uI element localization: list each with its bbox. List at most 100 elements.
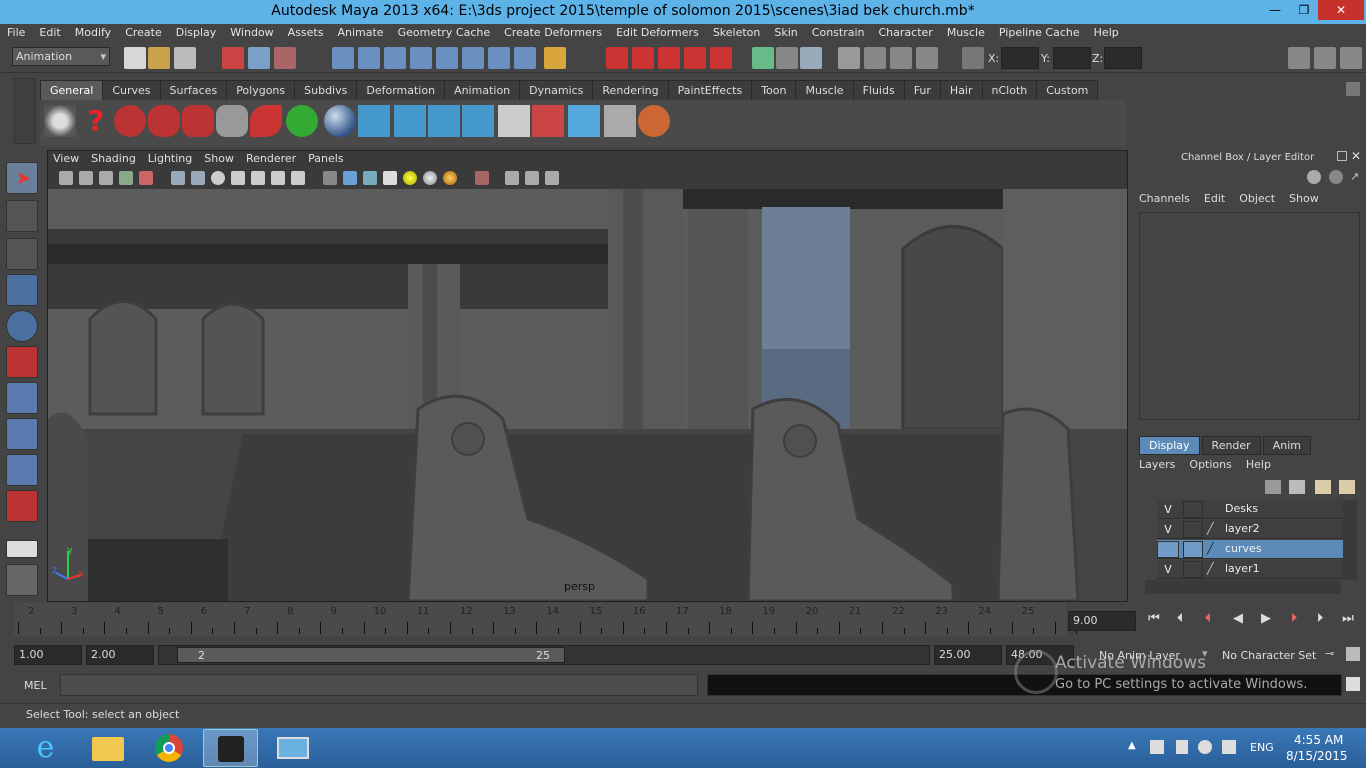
open-scene-icon[interactable] [148,47,170,69]
network-icon[interactable] [1198,740,1212,754]
shelf-options-icon[interactable] [1346,82,1360,96]
render-settings-icon[interactable] [838,47,860,69]
range-track[interactable]: 2 25 [158,645,930,665]
snap-view-icon[interactable] [488,47,510,69]
select-component-icon[interactable] [274,47,296,69]
menu-modify[interactable]: Modify [68,24,118,42]
mel-input[interactable] [60,674,698,696]
shelf-tab-dynamics[interactable]: Dynamics [519,80,594,100]
playback-end-field[interactable]: 25.00 [934,645,1002,665]
menu-assets[interactable]: Assets [281,24,331,42]
render-view-icon[interactable] [752,47,774,69]
default-light-icon[interactable] [403,171,417,185]
maya-taskbar-icon[interactable] [203,729,258,767]
photos-icon[interactable] [265,729,320,767]
input-field-mode-icon[interactable] [962,47,984,69]
viewport-menu-panels[interactable]: Panels [302,150,349,167]
wireframe-on-shaded-icon[interactable] [363,171,377,185]
float-panel-icon[interactable] [1337,151,1347,161]
input-ops-icon[interactable] [632,47,654,69]
viewport-menu-renderer[interactable]: Renderer [240,150,302,167]
layer-menu-options[interactable]: Options [1189,458,1231,471]
shelf-tab-muscle[interactable]: Muscle [795,80,854,100]
make-live-icon[interactable] [684,47,706,69]
ipr-render-icon[interactable] [800,47,822,69]
file-explorer-icon[interactable] [80,729,135,767]
layer-row-layer1[interactable]: V ╱ layer1 [1157,560,1353,579]
start-time-field[interactable]: 1.00 [14,645,82,665]
lock-icon[interactable] [544,47,566,69]
snap-curve-icon[interactable] [358,47,380,69]
bookmark-icon[interactable] [99,171,113,185]
rotate-icon[interactable] [6,310,38,342]
action-center-icon[interactable] [1150,740,1164,754]
next-key-icon[interactable]: ⏵ [1282,611,1306,626]
shelf-tab-subdivs[interactable]: Subdivs [294,80,358,100]
camera-attributes-icon[interactable] [79,171,93,185]
viewport-menu-show[interactable]: Show [198,150,240,167]
layer-visibility[interactable]: V [1157,561,1179,578]
layer-hscrollbar[interactable] [1145,580,1341,594]
menu-help[interactable]: Help [1087,24,1126,42]
step-forward-icon[interactable]: ⏵ [1308,611,1332,626]
layer-type-toggle[interactable] [1183,501,1203,518]
wireframe-icon[interactable] [323,171,337,185]
isolate-select-icon[interactable] [475,171,489,185]
close-panel-icon[interactable]: ✕ [1351,149,1361,163]
move-icon[interactable] [6,274,38,306]
hypergraph-icon[interactable] [916,47,938,69]
snap-grid-icon[interactable] [332,47,354,69]
joint-icon[interactable] [358,105,390,137]
y-field[interactable] [1053,47,1091,69]
shelf-tab-general[interactable]: General [40,80,104,100]
channel-menu-object[interactable]: Object [1239,192,1275,205]
menu-animate[interactable]: Animate [330,24,390,42]
film-gate-icon[interactable] [191,171,205,185]
render-icon[interactable] [776,47,798,69]
shelf-tab-surfaces[interactable]: Surfaces [159,80,228,100]
new-scene-icon[interactable] [124,47,146,69]
range-handle[interactable]: 2 25 [177,647,565,663]
menu-display[interactable]: Display [169,24,224,42]
polygon-cube-icon[interactable] [568,105,600,137]
soft-mod-icon[interactable] [6,418,38,450]
cube-sequence-icon[interactable] [604,105,636,137]
layer-menu-help[interactable]: Help [1246,458,1271,471]
channel-menu-channels[interactable]: Channels [1139,192,1190,205]
shelf-tab-ncloth[interactable]: nCloth [981,80,1038,100]
layer-tab-render[interactable]: Render [1201,436,1261,455]
layer-type-toggle[interactable] [1183,521,1203,538]
xray-icon[interactable] [505,171,519,185]
play-back-icon[interactable]: ◀ [1226,611,1250,626]
play-forward-icon[interactable]: ▶ [1254,611,1278,626]
shadows-icon[interactable] [443,171,457,185]
shelf-tab-fluids[interactable]: Fluids [852,80,905,100]
shelf-tab-painteffects[interactable]: PaintEffects [667,80,753,100]
construction-history-icon[interactable] [606,47,628,69]
layer-row-curves[interactable]: ╱ curves [1157,540,1353,559]
paint-icon[interactable] [638,105,670,137]
language-indicator[interactable]: ENG [1250,741,1274,754]
minimize-button[interactable]: — [1260,0,1290,20]
manipulator-icon[interactable] [6,382,38,414]
menu-create-deformers[interactable]: Create Deformers [497,24,609,42]
menu-geometry-cache[interactable]: Geometry Cache [391,24,498,42]
layer-tab-display[interactable]: Display [1139,436,1200,455]
move-up-layer-icon[interactable] [1315,480,1331,494]
go-to-start-icon[interactable]: ⏮ [1142,611,1166,626]
battery-icon[interactable] [1176,740,1188,754]
shelf-tab-fur[interactable]: Fur [903,80,941,100]
menu-skeleton[interactable]: Skeleton [706,24,768,42]
mel-label[interactable]: MEL [24,679,47,692]
scale-icon[interactable] [6,346,38,378]
sphere-icon[interactable] [324,105,356,137]
ie-icon[interactable]: e [18,729,73,767]
menu-pipeline-cache[interactable]: Pipeline Cache [992,24,1087,42]
menu-create[interactable]: Create [118,24,169,42]
channel-menu-show[interactable]: Show [1289,192,1319,205]
volume-icon[interactable] [1222,740,1236,754]
layout-icon[interactable] [6,564,38,596]
channel-menu-edit[interactable]: Edit [1204,192,1225,205]
output-ops-icon[interactable] [658,47,680,69]
viewport-menu-lighting[interactable]: Lighting [142,150,198,167]
